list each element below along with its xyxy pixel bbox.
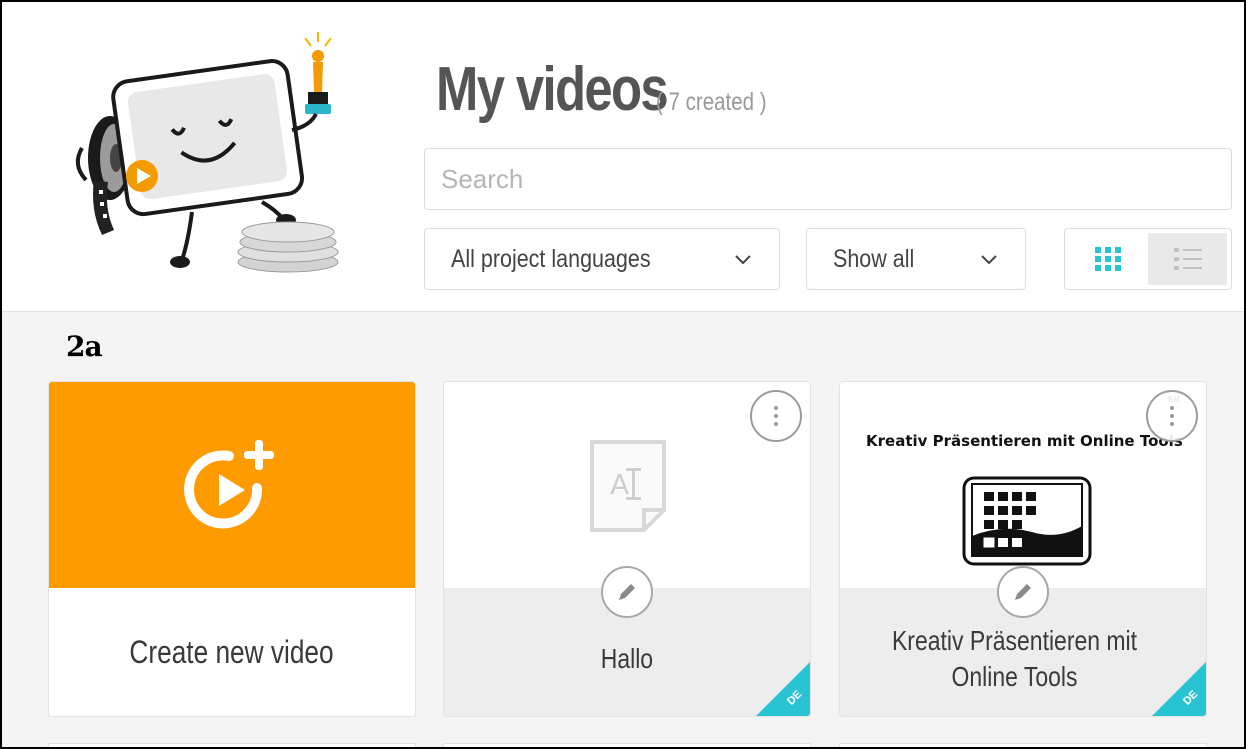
video-card[interactable]: [444, 744, 810, 747]
view-toggle: [1064, 228, 1232, 290]
thumbnail-title: Kreativ Präsentieren mit Online Tools: [866, 432, 1183, 450]
list-view-icon: [1173, 248, 1202, 270]
create-card-top: [49, 382, 415, 588]
svg-text:A: A: [610, 468, 629, 501]
language-badge: DE: [756, 662, 810, 716]
text-document-icon: A: [590, 440, 666, 532]
grid-view-icon: [1094, 247, 1121, 271]
tablet-sketch-icon: [962, 476, 1092, 566]
create-video-label: Create new video: [129, 633, 335, 670]
edit-button[interactable]: [601, 566, 653, 618]
card-menu-button[interactable]: [750, 390, 802, 442]
edit-button[interactable]: [997, 566, 1049, 618]
show-filter-value: Show all: [833, 244, 915, 273]
page-frame: My videos ( 7 created ) All project lang…: [0, 0, 1246, 749]
add-video-icon: [184, 440, 274, 529]
video-card[interactable]: [840, 744, 1206, 747]
pencil-icon: [619, 584, 635, 600]
language-filter-value: All project languages: [451, 244, 651, 273]
video-card[interactable]: [49, 744, 415, 747]
video-title: Kreativ Präsentieren mit Online Tools: [891, 624, 1138, 692]
chevron-down-icon: [981, 255, 997, 265]
video-title: Hallo: [600, 642, 654, 674]
pencil-icon: [1015, 584, 1031, 600]
title-row: My videos ( 7 created ): [436, 54, 791, 125]
search-input[interactable]: [424, 148, 1232, 210]
video-count: ( 7 created ): [655, 88, 767, 116]
chevron-down-icon: [735, 255, 751, 265]
create-new-video-card[interactable]: Create new video: [49, 382, 415, 716]
card-menu-button[interactable]: [1146, 390, 1198, 442]
video-card[interactable]: A Hallo DE: [444, 382, 810, 716]
section-label: 2a: [66, 330, 103, 363]
show-filter-select[interactable]: Show all: [806, 228, 1026, 290]
grid-view-button[interactable]: [1069, 233, 1148, 285]
video-card[interactable]: sir Kreativ Präsentieren mit Online Tool…: [840, 382, 1206, 716]
create-card-bottom: Create new video: [49, 588, 415, 716]
video-mascot-icon: [75, 32, 339, 273]
header: My videos ( 7 created ) All project lang…: [2, 2, 1244, 312]
language-filter-select[interactable]: All project languages: [424, 228, 780, 290]
language-badge: DE: [1152, 662, 1206, 716]
page-title: My videos: [436, 55, 669, 124]
list-view-button[interactable]: [1148, 233, 1227, 285]
